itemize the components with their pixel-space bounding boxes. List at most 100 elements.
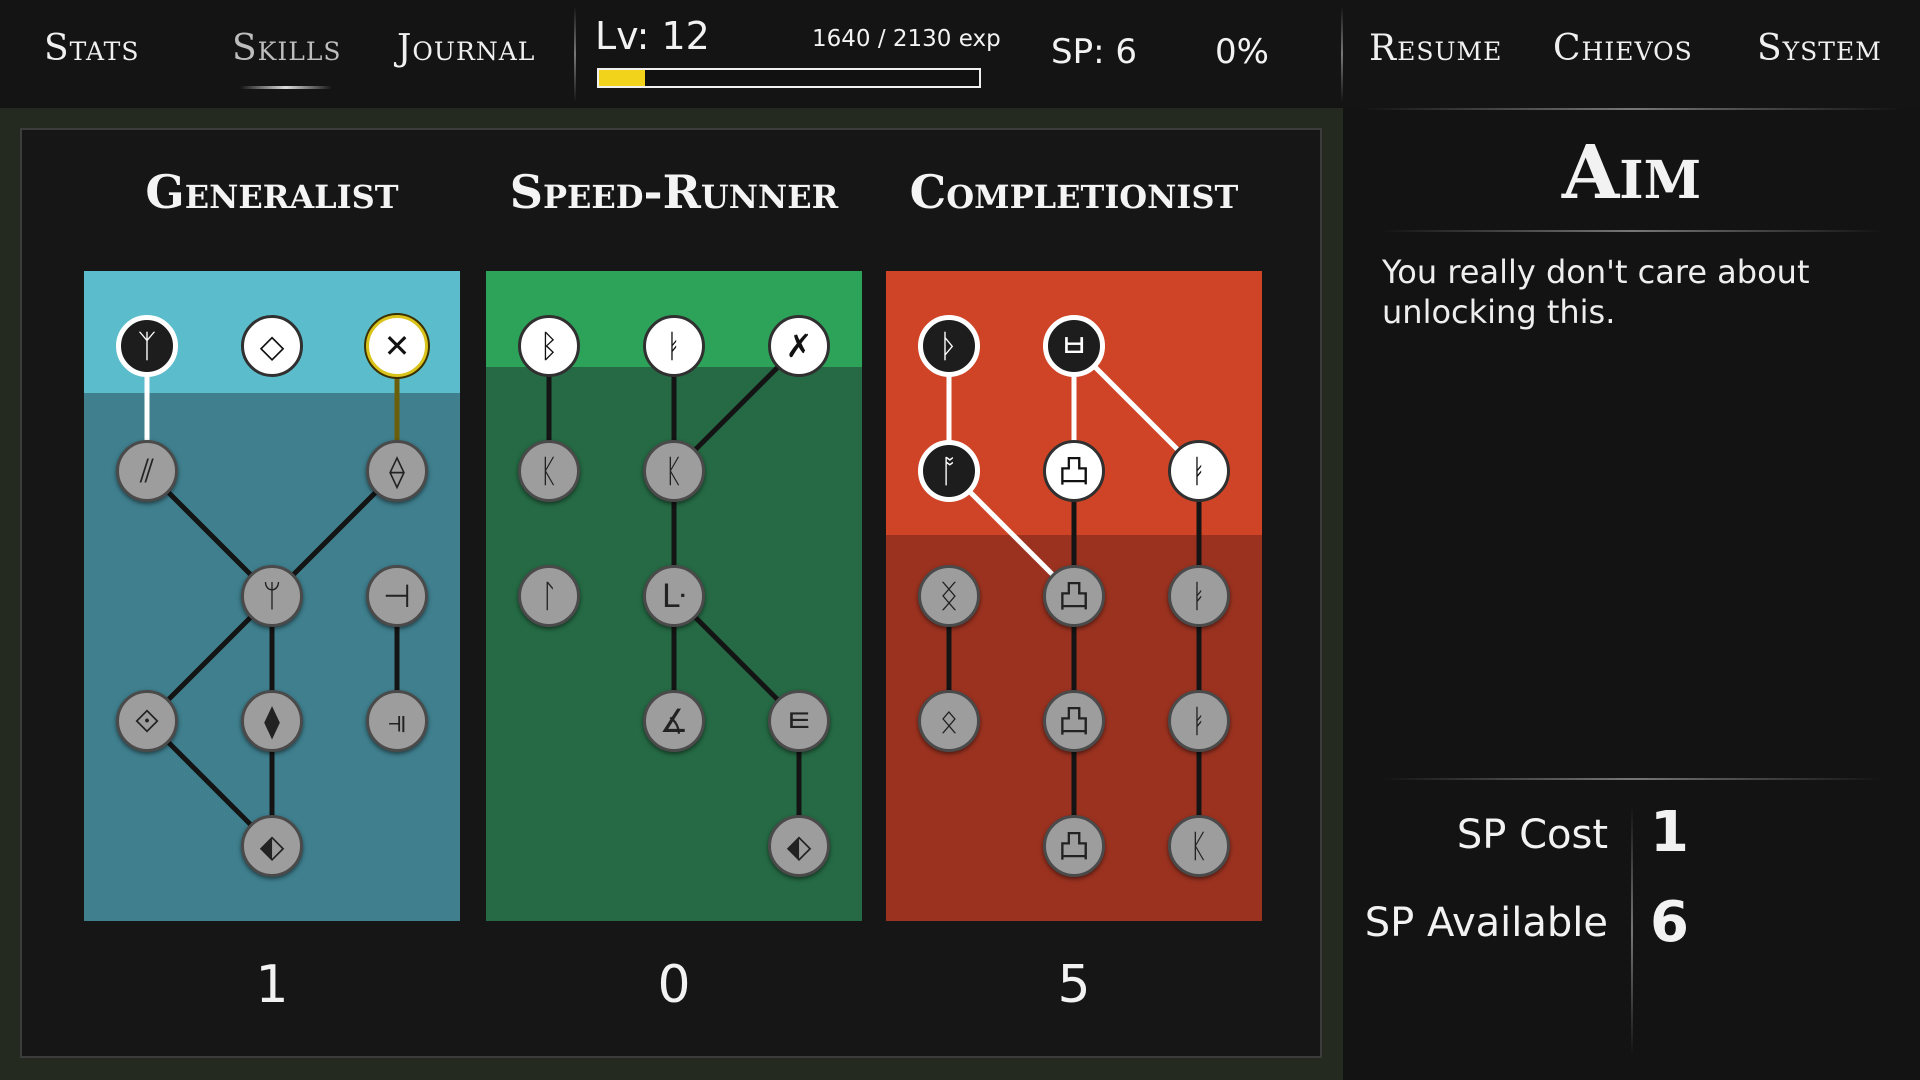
- skill-node[interactable]: ᚦ: [918, 315, 980, 377]
- rune-hourglass-icon: ᛝ: [939, 577, 959, 615]
- skill-node[interactable]: 凸: [1043, 690, 1105, 752]
- tree-title-speed-runner: Speed-Runner: [509, 165, 839, 219]
- tree-title-completionist: Completionist: [909, 165, 1239, 219]
- top-bar: Stats Skills Journal Lv: 12 1640 / 2130 …: [0, 0, 1920, 108]
- rune-fork-icon: ᛘ: [262, 577, 282, 615]
- rune-box-k-icon: ᛕ: [1189, 827, 1209, 865]
- rune-corner-icon: ᒷ: [661, 577, 687, 615]
- skill-detail-title: Aim: [1561, 130, 1702, 216]
- skill-node[interactable]: ㅌ: [768, 690, 830, 752]
- skill-node[interactable]: ⫽: [116, 440, 178, 502]
- rune-k-icon: ᛕ: [539, 452, 559, 490]
- rune-psi-icon: ᛉ: [137, 327, 157, 365]
- skill-node[interactable]: ᛓ: [1168, 440, 1230, 502]
- rune-box-flag-dot-icon: 凸: [1057, 827, 1090, 865]
- rune-slashes-icon: ⫽: [139, 452, 155, 490]
- rune-diamond-cross-icon: ⟐: [134, 702, 160, 740]
- skill-node[interactable]: ᛘ: [241, 565, 303, 627]
- exp-progress-bar: [597, 68, 981, 88]
- rune-star-icon: ✗: [785, 327, 813, 365]
- level-label: Lv: 12: [595, 14, 710, 58]
- sp-cost-value: 1: [1650, 800, 1689, 865]
- rune-beta-icon: ᛒ: [539, 327, 559, 365]
- rune-diamond-hatched-icon: ⟠: [389, 452, 405, 490]
- skill-node[interactable]: ✕: [366, 315, 428, 377]
- skill-node[interactable]: ᛕ: [518, 440, 580, 502]
- rune-cross-icon: ✕: [383, 327, 411, 365]
- rune-box-e-icon: ㅌ: [784, 702, 814, 740]
- skill-node[interactable]: ⊣: [366, 565, 428, 627]
- tree-points-generalist: 1: [255, 955, 289, 1015]
- skill-tree-generalist: ᛉ ◇ ✕ ⫽ ⟠ ᛘ ⊣ ⟐ ⧫ ⫣ ⬖: [84, 271, 460, 921]
- rune-box-flag-icon: 凸: [1057, 452, 1090, 490]
- skill-node[interactable]: 凸: [1043, 440, 1105, 502]
- tab-system[interactable]: System: [1757, 28, 1882, 69]
- detail-top-rule: [1362, 108, 1902, 110]
- tab-resume[interactable]: Resume: [1369, 28, 1502, 69]
- detail-title-rule: [1382, 230, 1882, 232]
- skill-node[interactable]: ᚩ: [918, 440, 980, 502]
- skill-node[interactable]: ᛓ: [643, 315, 705, 377]
- sp-available-value: 6: [1650, 890, 1689, 955]
- rune-box-flag-slash-icon: 凸: [1057, 702, 1090, 740]
- top-divider-right: [1341, 6, 1343, 102]
- skill-node[interactable]: 凸: [1043, 815, 1105, 877]
- skill-node[interactable]: ⧫: [241, 690, 303, 752]
- skill-tree-completionist: ᚦ ㅂ ᚩ 凸 ᛓ ᛝ 凸 ᛓ ᛟ 凸 ᛓ 凸 ᛕ: [886, 271, 1262, 921]
- rune-box-u-icon: ㅂ: [1059, 327, 1089, 365]
- exp-counter: 1640 / 2130 exp: [812, 26, 1001, 52]
- skill-node[interactable]: ᛓ: [1168, 690, 1230, 752]
- tree-points-speed-runner: 0: [657, 955, 691, 1015]
- rune-six-icon: ᛓ: [1189, 452, 1209, 490]
- skill-node[interactable]: ⫣: [366, 690, 428, 752]
- skill-node[interactable]: ᛚ: [518, 565, 580, 627]
- tab-chievos[interactable]: Chievos: [1553, 28, 1693, 69]
- skill-tree-speed-runner: ᛒ ᛓ ✗ ᛕ ᛕ ᛚ ᒷ ∡ ㅌ ⬖: [486, 271, 862, 921]
- rune-six-bar-icon: ᛓ: [1189, 577, 1209, 615]
- skill-node[interactable]: ㅂ: [1043, 315, 1105, 377]
- completion-percent: 0%: [1215, 32, 1269, 72]
- detail-stats-rule: [1382, 778, 1882, 780]
- top-divider-left: [574, 6, 576, 102]
- rune-hook-icon: ᛚ: [539, 577, 559, 615]
- skill-node[interactable]: ⟐: [116, 690, 178, 752]
- skill-node[interactable]: ✗: [768, 315, 830, 377]
- tab-skills[interactable]: Skills: [232, 28, 342, 69]
- exp-progress-fill: [599, 70, 645, 86]
- rune-box-flag-x-icon: 凸: [1057, 577, 1090, 615]
- rune-hook-icon: ᚦ: [939, 327, 959, 365]
- skill-node[interactable]: 凸: [1043, 565, 1105, 627]
- sp-available-label: SP Available: [1364, 900, 1608, 946]
- skill-node[interactable]: ᒷ: [643, 565, 705, 627]
- rune-tee-icon: ⊣: [383, 577, 411, 615]
- rune-six-icon: ᛓ: [664, 327, 684, 365]
- rune-double-tee-icon: ⫣: [387, 702, 407, 740]
- detail-stats-divider: [1631, 806, 1633, 1056]
- skill-node[interactable]: ⟠: [366, 440, 428, 502]
- skill-detail-description: You really don't care about unlocking th…: [1382, 253, 1810, 331]
- skill-node[interactable]: ⬖: [768, 815, 830, 877]
- skill-node[interactable]: ᛝ: [918, 565, 980, 627]
- rune-diamond-slash-icon: ⬖: [786, 827, 812, 865]
- skill-node[interactable]: ᛕ: [1168, 815, 1230, 877]
- tree-title-generalist: Generalist: [145, 165, 399, 219]
- skill-node[interactable]: ⬖: [241, 815, 303, 877]
- skill-node[interactable]: ᛒ: [518, 315, 580, 377]
- rune-six-slash-icon: ᛓ: [1189, 702, 1209, 740]
- tab-journal[interactable]: Journal: [397, 28, 535, 69]
- rune-kx-icon: ᛕ: [664, 452, 684, 490]
- tree-points-completionist: 5: [1057, 955, 1091, 1015]
- sp-cost-label: SP Cost: [1456, 812, 1608, 858]
- rune-diamond-x-icon: ᛟ: [939, 702, 959, 740]
- skill-node[interactable]: ᛉ: [116, 315, 178, 377]
- tab-stats[interactable]: Stats: [44, 28, 139, 69]
- rune-diamond-icon: ◇: [259, 327, 285, 365]
- skill-node[interactable]: ◇: [241, 315, 303, 377]
- rune-angle-icon: ∡: [659, 702, 689, 740]
- skill-node[interactable]: ᛕ: [643, 440, 705, 502]
- rune-diamond-slash-icon: ⬖: [259, 827, 285, 865]
- skill-node[interactable]: ᛓ: [1168, 565, 1230, 627]
- active-tab-underline: [240, 86, 332, 89]
- skill-node[interactable]: ᛟ: [918, 690, 980, 752]
- skill-node[interactable]: ∡: [643, 690, 705, 752]
